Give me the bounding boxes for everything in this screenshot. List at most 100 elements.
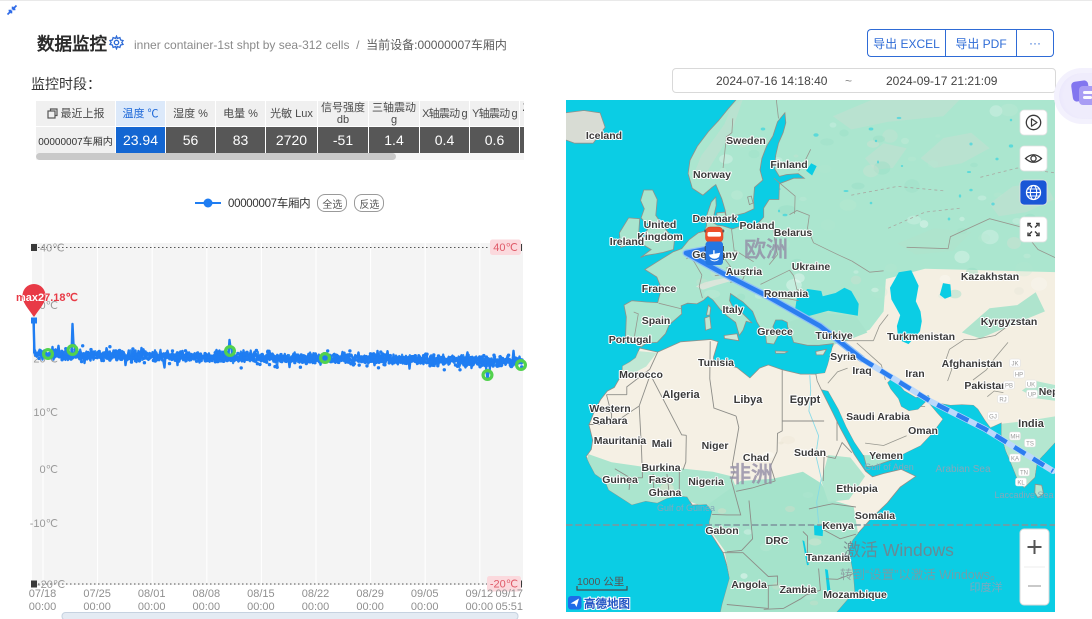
svg-text:08/29: 08/29 <box>356 588 384 600</box>
svg-text:KL: KL <box>1017 481 1025 487</box>
svg-text:Saudi Arabia: Saudi Arabia <box>846 411 910 423</box>
svg-text:Italy: Italy <box>722 304 743 316</box>
svg-text:Iraq: Iraq <box>852 365 871 377</box>
svg-text:TS: TS <box>1026 442 1034 448</box>
svg-text:Angola: Angola <box>731 579 767 591</box>
svg-text:Mozambique: Mozambique <box>823 589 887 601</box>
svg-text:Western: Western <box>589 403 630 415</box>
svg-text:05:51: 05:51 <box>495 601 523 613</box>
svg-text:00:00: 00:00 <box>29 601 57 613</box>
svg-text:Gabon: Gabon <box>705 525 738 537</box>
svg-text:10℃: 10℃ <box>33 407 58 419</box>
svg-text:Mali: Mali <box>652 438 673 450</box>
svg-text:1000 公里: 1000 公里 <box>577 576 624 588</box>
svg-text:Austria: Austria <box>726 266 762 278</box>
svg-text:40℃: 40℃ <box>40 243 65 255</box>
svg-text:Nepal: Nepal <box>1039 386 1055 398</box>
svg-text:00:00: 00:00 <box>302 601 330 613</box>
svg-text:Poland: Poland <box>739 220 774 232</box>
svg-text:激活 Windows: 激活 Windows <box>843 540 954 560</box>
svg-text:United: United <box>644 219 677 231</box>
svg-text:Sahara: Sahara <box>592 415 627 427</box>
svg-text:08/01: 08/01 <box>138 588 166 600</box>
svg-text:08/08: 08/08 <box>193 588 221 600</box>
svg-text:07/18: 07/18 <box>29 588 57 600</box>
svg-text:-10℃: -10℃ <box>30 518 58 530</box>
svg-text:PB: PB <box>1005 384 1013 390</box>
svg-text:France: France <box>642 283 677 295</box>
svg-text:09/12: 09/12 <box>466 588 494 600</box>
svg-text:Syria: Syria <box>830 351 856 363</box>
svg-text:Ethiopia: Ethiopia <box>836 483 878 495</box>
svg-text:Sudan: Sudan <box>794 447 826 459</box>
svg-text:GJ: GJ <box>989 415 997 421</box>
svg-text:Pakistan: Pakistan <box>964 380 1007 392</box>
svg-text:Romania: Romania <box>764 288 809 300</box>
svg-text:高德地图: 高德地图 <box>584 597 630 611</box>
svg-text:Finland: Finland <box>770 159 807 171</box>
svg-text:KA: KA <box>1011 457 1019 463</box>
svg-text:Morocco: Morocco <box>619 369 663 381</box>
svg-text:TN: TN <box>1020 471 1028 477</box>
svg-text:Afghanistan: Afghanistan <box>942 358 1003 370</box>
svg-text:Turkmenistan: Turkmenistan <box>887 331 955 343</box>
svg-text:Iceland: Iceland <box>586 130 622 142</box>
svg-text:Faso: Faso <box>649 474 674 486</box>
svg-text:00:00: 00:00 <box>83 601 111 613</box>
svg-text:Zambia: Zambia <box>780 584 817 596</box>
svg-text:40℃: 40℃ <box>493 242 518 254</box>
svg-text:Türkiye: Türkiye <box>815 330 853 342</box>
svg-text:Sweden: Sweden <box>726 135 766 147</box>
svg-text:Nigeria: Nigeria <box>688 476 724 488</box>
svg-text:Kenya: Kenya <box>822 520 854 532</box>
svg-text:Gulf of Guinea: Gulf of Guinea <box>657 503 715 513</box>
svg-text:Tunisia: Tunisia <box>698 357 734 369</box>
svg-text:Kazakhstan: Kazakhstan <box>961 271 1019 283</box>
svg-text:Spain: Spain <box>642 315 671 327</box>
svg-text:欧洲: 欧洲 <box>744 237 788 262</box>
svg-text:印度洋: 印度洋 <box>970 580 1003 594</box>
svg-text:Kyrgyzstan: Kyrgyzstan <box>981 316 1038 328</box>
svg-text:0℃: 0℃ <box>40 464 58 476</box>
svg-text:Arabian Sea: Arabian Sea <box>935 464 990 475</box>
svg-text:Norway: Norway <box>693 169 731 181</box>
svg-text:Libya: Libya <box>734 394 764 406</box>
svg-text:Oman: Oman <box>908 425 938 437</box>
svg-text:00:00: 00:00 <box>411 601 439 613</box>
svg-text:Laccadive Sea: Laccadive Sea <box>994 490 1053 500</box>
svg-text:Denmark: Denmark <box>693 213 738 225</box>
svg-text:09/17: 09/17 <box>495 588 523 600</box>
svg-text:Mauritania: Mauritania <box>594 435 647 447</box>
svg-text:00:00: 00:00 <box>356 601 384 613</box>
svg-text:Greece: Greece <box>757 326 793 338</box>
svg-text:09/05: 09/05 <box>411 588 439 600</box>
svg-text:RJ: RJ <box>999 398 1006 404</box>
svg-text:Niger: Niger <box>702 440 729 452</box>
svg-text:HP: HP <box>1015 373 1023 379</box>
svg-text:Burkina: Burkina <box>641 462 680 474</box>
svg-text:India: India <box>1018 418 1045 430</box>
svg-text:Algeria: Algeria <box>662 389 700 401</box>
svg-text:MH: MH <box>1010 435 1019 441</box>
svg-text:08/22: 08/22 <box>302 588 330 600</box>
svg-text:UP: UP <box>1028 393 1036 399</box>
svg-text:Portugal: Portugal <box>609 334 652 346</box>
svg-text:Ghana: Ghana <box>649 487 682 499</box>
svg-text:Egypt: Egypt <box>790 394 821 406</box>
svg-text:Yemen: Yemen <box>869 450 903 462</box>
svg-text:00:00: 00:00 <box>193 601 221 613</box>
svg-text:00:00: 00:00 <box>247 601 275 613</box>
svg-text:Gulf of Aden: Gulf of Aden <box>864 462 914 472</box>
svg-text:Iran: Iran <box>905 368 924 380</box>
svg-text:Guinea: Guinea <box>602 474 638 486</box>
svg-text:Ukraine: Ukraine <box>792 261 831 273</box>
svg-text:08/15: 08/15 <box>247 588 275 600</box>
svg-text:UK: UK <box>1027 383 1035 389</box>
svg-text:转到“设置”以激活 Windows。: 转到“设置”以激活 Windows。 <box>840 567 1003 582</box>
svg-text:Somalia: Somalia <box>855 510 895 522</box>
svg-text:非洲: 非洲 <box>729 462 773 487</box>
svg-text:JK: JK <box>1011 362 1018 368</box>
svg-text:DRC: DRC <box>766 535 789 547</box>
svg-text:00:00: 00:00 <box>466 601 494 613</box>
svg-text:07/25: 07/25 <box>83 588 111 600</box>
